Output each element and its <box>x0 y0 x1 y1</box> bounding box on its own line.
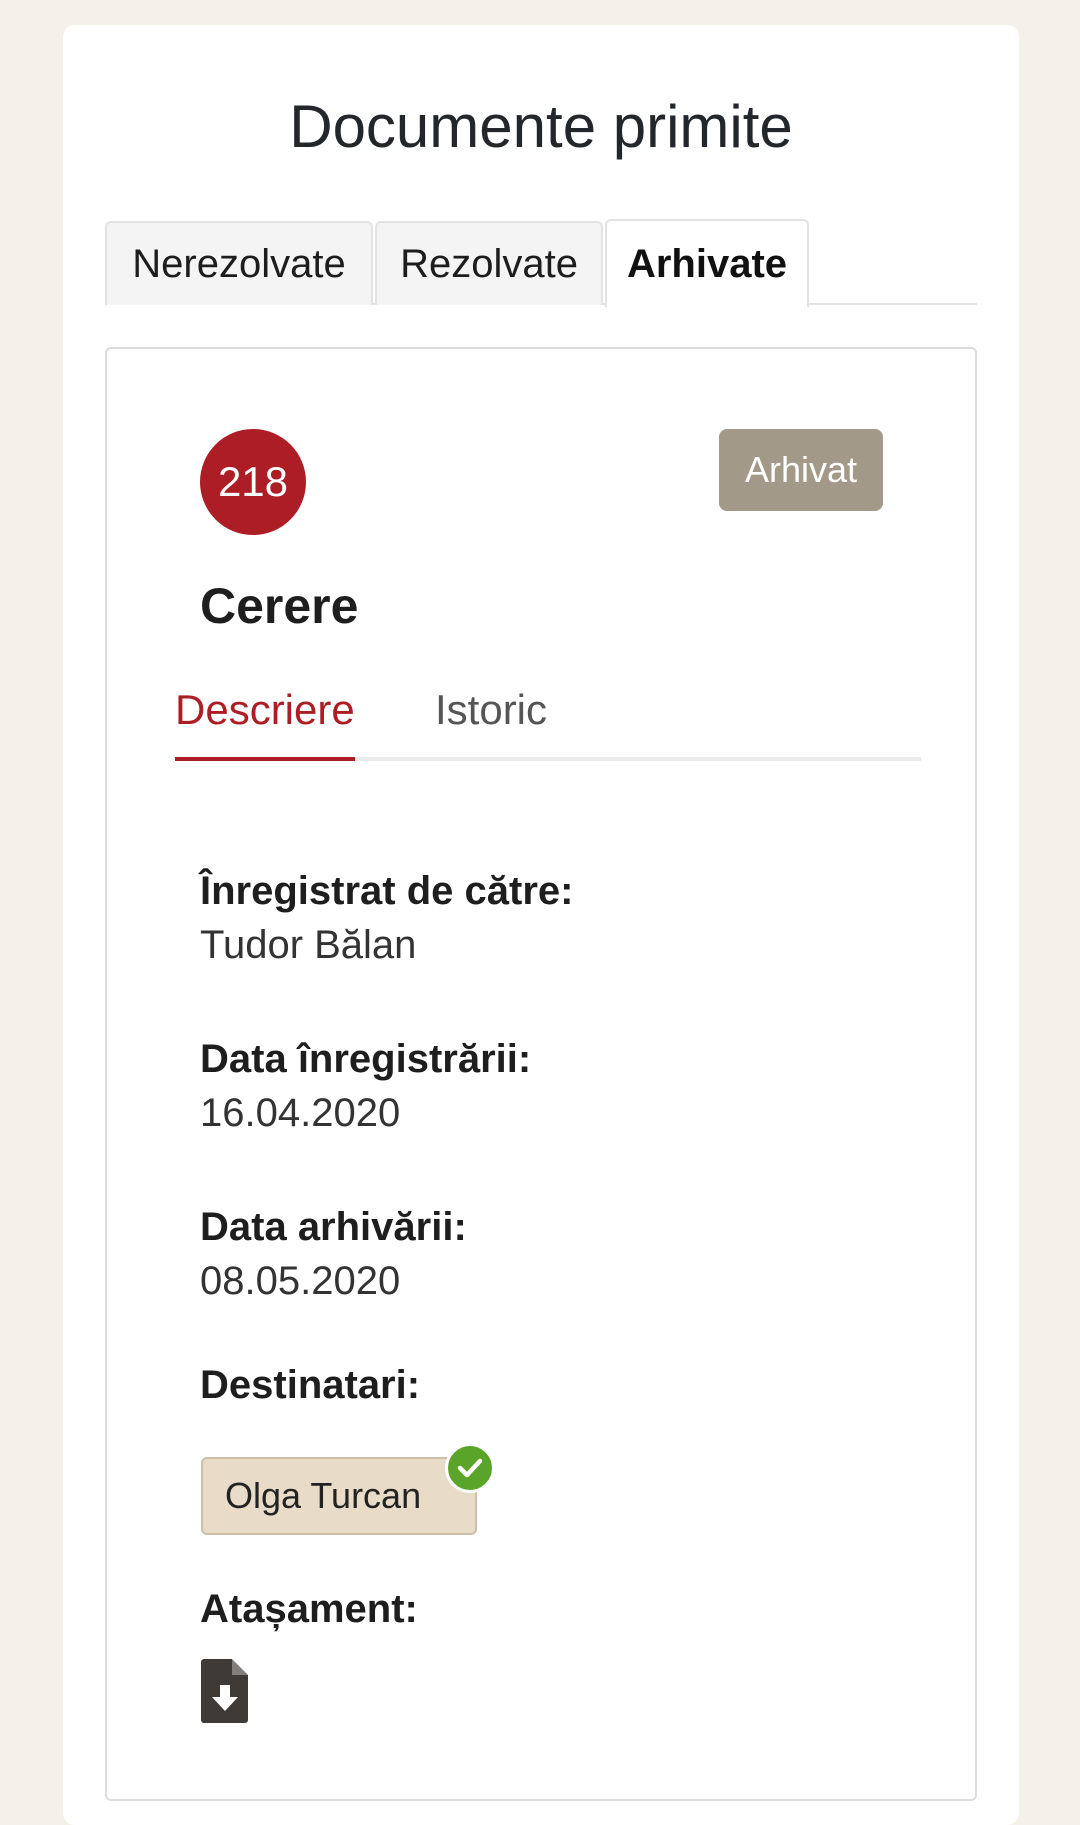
registration-date-label: Data înregistrării: <box>200 1037 532 1081</box>
recipients-label: Destinatari: <box>200 1363 421 1407</box>
tab-rezolvate[interactable]: Rezolvate <box>375 221 603 305</box>
subtab-descriere[interactable]: Descriere <box>175 689 355 761</box>
document-tabs: Nerezolvate Rezolvate Arhivate <box>105 195 977 307</box>
tab-nerezolvate[interactable]: Nerezolvate <box>105 221 373 305</box>
status-badge: Arhivat <box>719 429 883 511</box>
file-download-icon[interactable] <box>201 1659 251 1723</box>
document-number-badge: 218 <box>200 429 306 535</box>
archive-date-value: 08.05.2020 <box>200 1259 401 1303</box>
recipient-chip: Olga Turcan <box>201 1457 477 1535</box>
registration-date-value: 16.04.2020 <box>200 1091 401 1135</box>
check-circle-icon <box>445 1443 495 1493</box>
registered-by-value: Tudor Bălan <box>200 923 417 967</box>
document-card: 218 Arhivat Cerere Descriere Istoric Înr… <box>105 347 977 1801</box>
tab-arhivate[interactable]: Arhivate <box>605 219 809 307</box>
recipient-name: Olga Turcan <box>225 1475 422 1516</box>
registered-by-label: Înregistrat de către: <box>200 869 574 913</box>
page-title: Documente primite <box>289 93 793 160</box>
subtab-istoric[interactable]: Istoric <box>435 689 547 757</box>
document-subtabs: Descriere Istoric <box>175 689 921 761</box>
main-panel: Documente primite Nerezolvate Rezolvate … <box>63 25 1019 1825</box>
attachment-label: Atașament: <box>200 1587 418 1631</box>
document-title: Cerere <box>200 578 359 634</box>
archive-date-label: Data arhivării: <box>200 1205 467 1249</box>
